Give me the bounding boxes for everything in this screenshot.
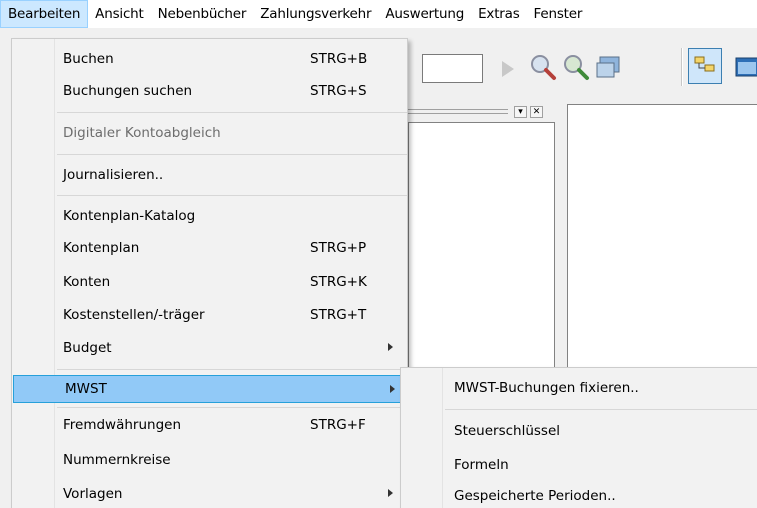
menu-item-label: Formeln xyxy=(454,457,509,473)
close-icon[interactable]: ✕ xyxy=(530,106,543,118)
window-icon[interactable] xyxy=(594,52,624,82)
toolbar-input-field[interactable] xyxy=(422,54,483,83)
menu-item-shortcut: STRG+B xyxy=(310,51,368,67)
bearbeiten-dropdown: Buchen STRG+B Buchungen suchen STRG+S Di… xyxy=(11,38,408,508)
zoom-out-icon[interactable] xyxy=(560,52,590,82)
submenu-item-formeln[interactable]: Formeln xyxy=(401,451,757,479)
tree-view-button[interactable] xyxy=(688,48,722,84)
menu-item-shortcut: STRG+S xyxy=(310,83,367,99)
menu-item-journalisieren[interactable]: Journalisieren.. xyxy=(12,161,407,189)
menu-item-shortcut: STRG+K xyxy=(310,274,367,290)
menu-item-shortcut: STRG+F xyxy=(310,417,366,433)
menu-item-label: Vorlagen xyxy=(63,486,123,502)
menu-item-label: Journalisieren.. xyxy=(63,167,164,183)
menu-item-nummernkreise[interactable]: Nummernkreise xyxy=(12,446,407,474)
menu-item-vorlagen[interactable]: Vorlagen xyxy=(12,480,407,508)
play-icon[interactable] xyxy=(494,54,524,84)
menu-item-label: Fremdwährungen xyxy=(63,417,182,433)
submenu-arrow-icon xyxy=(390,385,395,393)
menu-fenster-label: Fenster xyxy=(533,6,583,22)
menu-separator xyxy=(57,112,407,113)
menu-zahlungsverkehr-label: Zahlungsverkehr xyxy=(260,6,372,22)
menu-nebenbuecher[interactable]: Nebenbücher xyxy=(151,0,254,28)
menu-item-label: Konten xyxy=(63,274,111,290)
menu-item-label: Kostenstellen/-träger xyxy=(63,307,205,323)
menu-item-shortcut: STRG+T xyxy=(310,307,367,323)
menu-item-konten[interactable]: Konten STRG+K xyxy=(12,268,407,296)
menu-extras[interactable]: Extras xyxy=(471,0,526,28)
menu-item-label: Buchungen suchen xyxy=(63,83,193,99)
menu-item-kontenplan-katalog[interactable]: Kontenplan-Katalog xyxy=(12,202,407,230)
menu-item-shortcut: STRG+P xyxy=(310,240,367,256)
menu-separator xyxy=(445,409,757,410)
menu-item-fremdwaehrungen[interactable]: Fremdwährungen STRG+F xyxy=(12,411,407,439)
submenu-item-gespeicherte-perioden[interactable]: Gespeicherte Perioden.. xyxy=(401,482,757,508)
menu-bearbeiten-label: Bearbeiten xyxy=(8,6,81,22)
menu-separator xyxy=(57,154,407,155)
menu-bearbeiten[interactable]: Bearbeiten xyxy=(0,0,89,28)
menu-extras-label: Extras xyxy=(478,6,520,22)
menu-item-label: Kontenplan xyxy=(63,240,140,256)
menu-item-budget[interactable]: Budget xyxy=(12,334,407,362)
menu-zahlungsverkehr[interactable]: Zahlungsverkehr xyxy=(253,0,378,28)
menu-ansicht-label: Ansicht xyxy=(95,6,144,22)
menu-item-label: Gespeicherte Perioden.. xyxy=(454,488,616,504)
menu-bar: Bearbeiten Ansicht Nebenbücher Zahlungsv… xyxy=(0,0,757,28)
menu-item-digitaler-kontoabgleich: Digitaler Kontoabgleich xyxy=(12,119,407,147)
menu-item-label: Budget xyxy=(63,340,112,356)
menu-auswertung[interactable]: Auswertung xyxy=(378,0,471,28)
submenu-item-mwst-buchungen-fixieren[interactable]: MWST-Buchungen fixieren.. xyxy=(401,374,757,402)
menu-ansicht[interactable]: Ansicht xyxy=(88,0,150,28)
menu-item-label: Kontenplan-Katalog xyxy=(63,208,196,224)
menu-item-label: MWST-Buchungen fixieren.. xyxy=(454,380,639,396)
menu-item-label: Steuerschlüssel xyxy=(454,423,561,439)
menu-item-label: MWST xyxy=(65,381,107,397)
menu-item-mwst[interactable]: MWST xyxy=(13,375,407,403)
menu-item-buchen[interactable]: Buchen STRG+B xyxy=(12,45,407,73)
menu-item-label: Nummernkreise xyxy=(63,452,171,468)
dropdown-arrow-icon[interactable]: ▾ xyxy=(514,106,527,118)
menu-item-kontenplan[interactable]: Kontenplan STRG+P xyxy=(12,234,407,262)
menu-nebenbuecher-label: Nebenbücher xyxy=(157,6,247,22)
right-pane xyxy=(567,104,757,404)
menu-separator xyxy=(57,369,407,370)
submenu-arrow-icon xyxy=(388,489,393,497)
pane-grip[interactable] xyxy=(408,109,508,114)
menu-auswertung-label: Auswertung xyxy=(385,6,465,22)
menu-item-label: Digitaler Kontoabgleich xyxy=(63,125,221,141)
menu-separator xyxy=(57,195,407,196)
submenu-arrow-icon xyxy=(388,343,393,351)
menu-item-kostenstellen[interactable]: Kostenstellen/-träger STRG+T xyxy=(12,301,407,329)
toolbar-separator xyxy=(681,48,683,86)
menu-separator xyxy=(57,407,407,408)
window-blue-icon[interactable] xyxy=(730,52,757,82)
zoom-in-icon[interactable] xyxy=(527,52,557,82)
mwst-submenu: MWST-Buchungen fixieren.. Steuerschlüsse… xyxy=(400,367,757,508)
menu-fenster[interactable]: Fenster xyxy=(527,0,590,28)
menu-item-buchungen-suchen[interactable]: Buchungen suchen STRG+S xyxy=(12,77,407,105)
tree-view-icon xyxy=(694,56,715,72)
submenu-item-steuerschluessel[interactable]: Steuerschlüssel xyxy=(401,417,757,445)
menu-item-label: Buchen xyxy=(63,51,114,67)
